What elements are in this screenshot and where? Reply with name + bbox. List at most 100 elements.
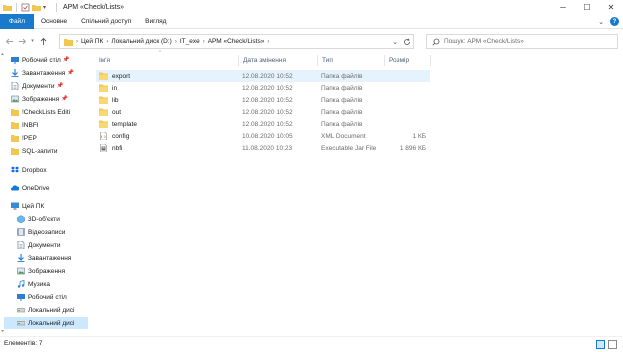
- music-icon: [17, 280, 25, 288]
- nav-item-label: !PEP: [22, 134, 37, 142]
- file-size: [392, 94, 426, 106]
- column-divider[interactable]: [238, 55, 239, 66]
- new-folder-icon[interactable]: [32, 3, 41, 12]
- tab-home[interactable]: Основне: [34, 14, 74, 29]
- column-divider[interactable]: [384, 55, 385, 66]
- nav-item-label: Завантаження: [28, 254, 72, 262]
- 3d-objects-icon: [17, 215, 25, 223]
- file-type: Папка файлів: [321, 72, 363, 80]
- nav-item-3d-objects[interactable]: 3D-об'єкти: [17, 213, 88, 225]
- nav-item-this-pc[interactable]: Цей ПК: [11, 200, 88, 212]
- documents-icon: [17, 241, 25, 249]
- pin-icon: 📌: [67, 70, 75, 76]
- large-icons-view-button[interactable]: [608, 340, 617, 349]
- forward-button[interactable]: [16, 34, 28, 48]
- nav-item-label: Робочий стіл: [22, 56, 61, 64]
- nav-item-pep[interactable]: !PEP: [11, 132, 88, 144]
- breadcrumb-current-folder[interactable]: АРМ «Check/Lists»: [208, 38, 265, 45]
- jar-file-icon: [100, 144, 107, 152]
- file-date: 10.08.2020 10:05: [242, 132, 293, 140]
- quick-access-toolbar: ▾: [0, 0, 59, 14]
- folder-icon: [11, 148, 19, 155]
- breadcrumb-separator[interactable]: ›: [106, 39, 108, 45]
- folder-icon: [3, 3, 12, 12]
- minimize-button[interactable]: ─: [551, 0, 575, 14]
- download-icon: [11, 69, 19, 77]
- nav-item-onedrive[interactable]: OneDrive: [11, 182, 88, 194]
- column-header-type[interactable]: Тип: [322, 55, 333, 66]
- file-date: 12.08.2020 10:52: [242, 120, 293, 128]
- nav-item-downloads[interactable]: Завантаження 📌: [11, 67, 88, 79]
- file-row-in[interactable]: in 12.08.2020 10:52 Папка файлів: [96, 82, 430, 94]
- nav-item-label: 3D-об'єкти: [28, 215, 60, 223]
- nav-item-checklists-editor[interactable]: !CheckLists Editi: [11, 106, 88, 118]
- breadcrumb-separator[interactable]: ›: [175, 39, 177, 45]
- help-button[interactable]: ?: [610, 17, 619, 26]
- nav-item-local-disk-c[interactable]: Локальний дисі: [17, 304, 88, 316]
- close-button[interactable]: ✕: [599, 0, 623, 14]
- tab-file[interactable]: Файл: [0, 13, 34, 29]
- file-name-cell: lib: [99, 94, 119, 106]
- nav-item-videos[interactable]: Відеозаписи: [17, 226, 88, 238]
- file-date: 12.08.2020 10:52: [242, 72, 293, 80]
- column-header-size[interactable]: Розмір: [389, 55, 409, 66]
- file-name-cell: out: [99, 106, 121, 118]
- column-header-date[interactable]: Дата змінення: [243, 55, 286, 66]
- file-row-lib[interactable]: lib 12.08.2020 10:52 Папка файлів: [96, 94, 430, 106]
- nav-item-music[interactable]: Музика: [17, 278, 88, 290]
- tab-view[interactable]: Вигляд: [138, 14, 173, 29]
- chevron-down-icon[interactable]: ⌄: [389, 38, 401, 46]
- file-row-config[interactable]: config 10.08.2020 10:05 XML Document 1 К…: [96, 130, 430, 142]
- file-row-export[interactable]: export 12.08.2020 10:52 Папка файлів: [96, 70, 430, 82]
- pin-icon: 📌: [56, 83, 64, 89]
- file-type: Папка файлів: [321, 96, 363, 104]
- nav-item-desktop[interactable]: Робочий стіл 📌: [11, 54, 88, 66]
- nav-item-pictures[interactable]: Зображення 📌: [11, 93, 88, 105]
- nav-item-sql-queries[interactable]: SQL-запити: [11, 145, 88, 157]
- breadcrumb-separator[interactable]: ›: [267, 39, 269, 45]
- breadcrumb-separator[interactable]: ›: [203, 39, 205, 45]
- nav-item-inbfi[interactable]: INBFI: [11, 119, 88, 131]
- recent-locations-button[interactable]: ▾: [29, 34, 36, 48]
- nav-item-label: Завантаження: [22, 69, 66, 77]
- up-button[interactable]: [37, 34, 49, 48]
- nav-item-documents-2[interactable]: Документи: [17, 239, 88, 251]
- toolbar-divider: [56, 2, 57, 12]
- navigation-row: ▾ › Цей ПК › Локальний диск (D:) › IT_ex…: [0, 30, 623, 52]
- column-divider[interactable]: [317, 55, 318, 66]
- properties-icon[interactable]: [21, 3, 30, 12]
- folder-icon: [11, 109, 19, 116]
- tab-share[interactable]: Спільний доступ: [74, 14, 138, 29]
- nav-item-pictures-2[interactable]: Зображення: [17, 265, 88, 277]
- back-button[interactable]: [3, 34, 15, 48]
- column-header-name[interactable]: Ім'я: [99, 55, 110, 66]
- file-row-template[interactable]: template 12.08.2020 10:52 Папка файлів: [96, 118, 430, 130]
- address-bar[interactable]: › Цей ПК › Локальний диск (D:) › IT_exe …: [59, 34, 414, 49]
- nav-item-documents[interactable]: Документи 📌: [11, 80, 88, 92]
- breadcrumb-local-disk-d[interactable]: Локальний диск (D:): [111, 38, 171, 45]
- maximize-button[interactable]: ☐: [575, 0, 599, 14]
- nav-item-downloads-2[interactable]: Завантаження: [17, 252, 88, 264]
- view-mode-buttons: [596, 340, 617, 349]
- nav-item-label: INBFI: [22, 121, 39, 129]
- ribbon-tabs: Файл Основне Спільний доступ Вигляд ⌄ ?: [0, 13, 623, 29]
- customize-toolbar-icon[interactable]: ▾: [43, 3, 52, 12]
- nav-item-label: Зображення: [22, 95, 60, 103]
- nav-item-label: Локальний дисі: [28, 319, 75, 327]
- expand-ribbon-button[interactable]: ⌄: [598, 18, 604, 26]
- documents-icon: [11, 82, 19, 90]
- column-divider[interactable]: [430, 55, 431, 66]
- search-icon: [432, 38, 440, 45]
- nav-item-local-disk-d[interactable]: Локальний дисі: [4, 317, 88, 329]
- nav-item-dropbox[interactable]: Dropbox: [11, 164, 88, 176]
- search-box[interactable]: Пошук: АРМ «Check/Lists»: [426, 34, 618, 49]
- nav-item-desktop-2[interactable]: Робочий стіл: [17, 291, 88, 303]
- search-input[interactable]: Пошук: АРМ «Check/Lists»: [444, 38, 524, 45]
- file-row-nbfi[interactable]: nbfi 11.08.2020 10:23 Executable Jar Fil…: [96, 142, 430, 154]
- file-row-out[interactable]: out 12.08.2020 10:52 Папка файлів: [96, 106, 430, 118]
- breadcrumb-this-pc[interactable]: Цей ПК: [81, 38, 103, 45]
- breadcrumb-it-exe[interactable]: IT_exe: [180, 38, 200, 45]
- file-name: config: [112, 132, 130, 140]
- refresh-icon[interactable]: [401, 38, 413, 46]
- details-view-button[interactable]: [596, 340, 605, 349]
